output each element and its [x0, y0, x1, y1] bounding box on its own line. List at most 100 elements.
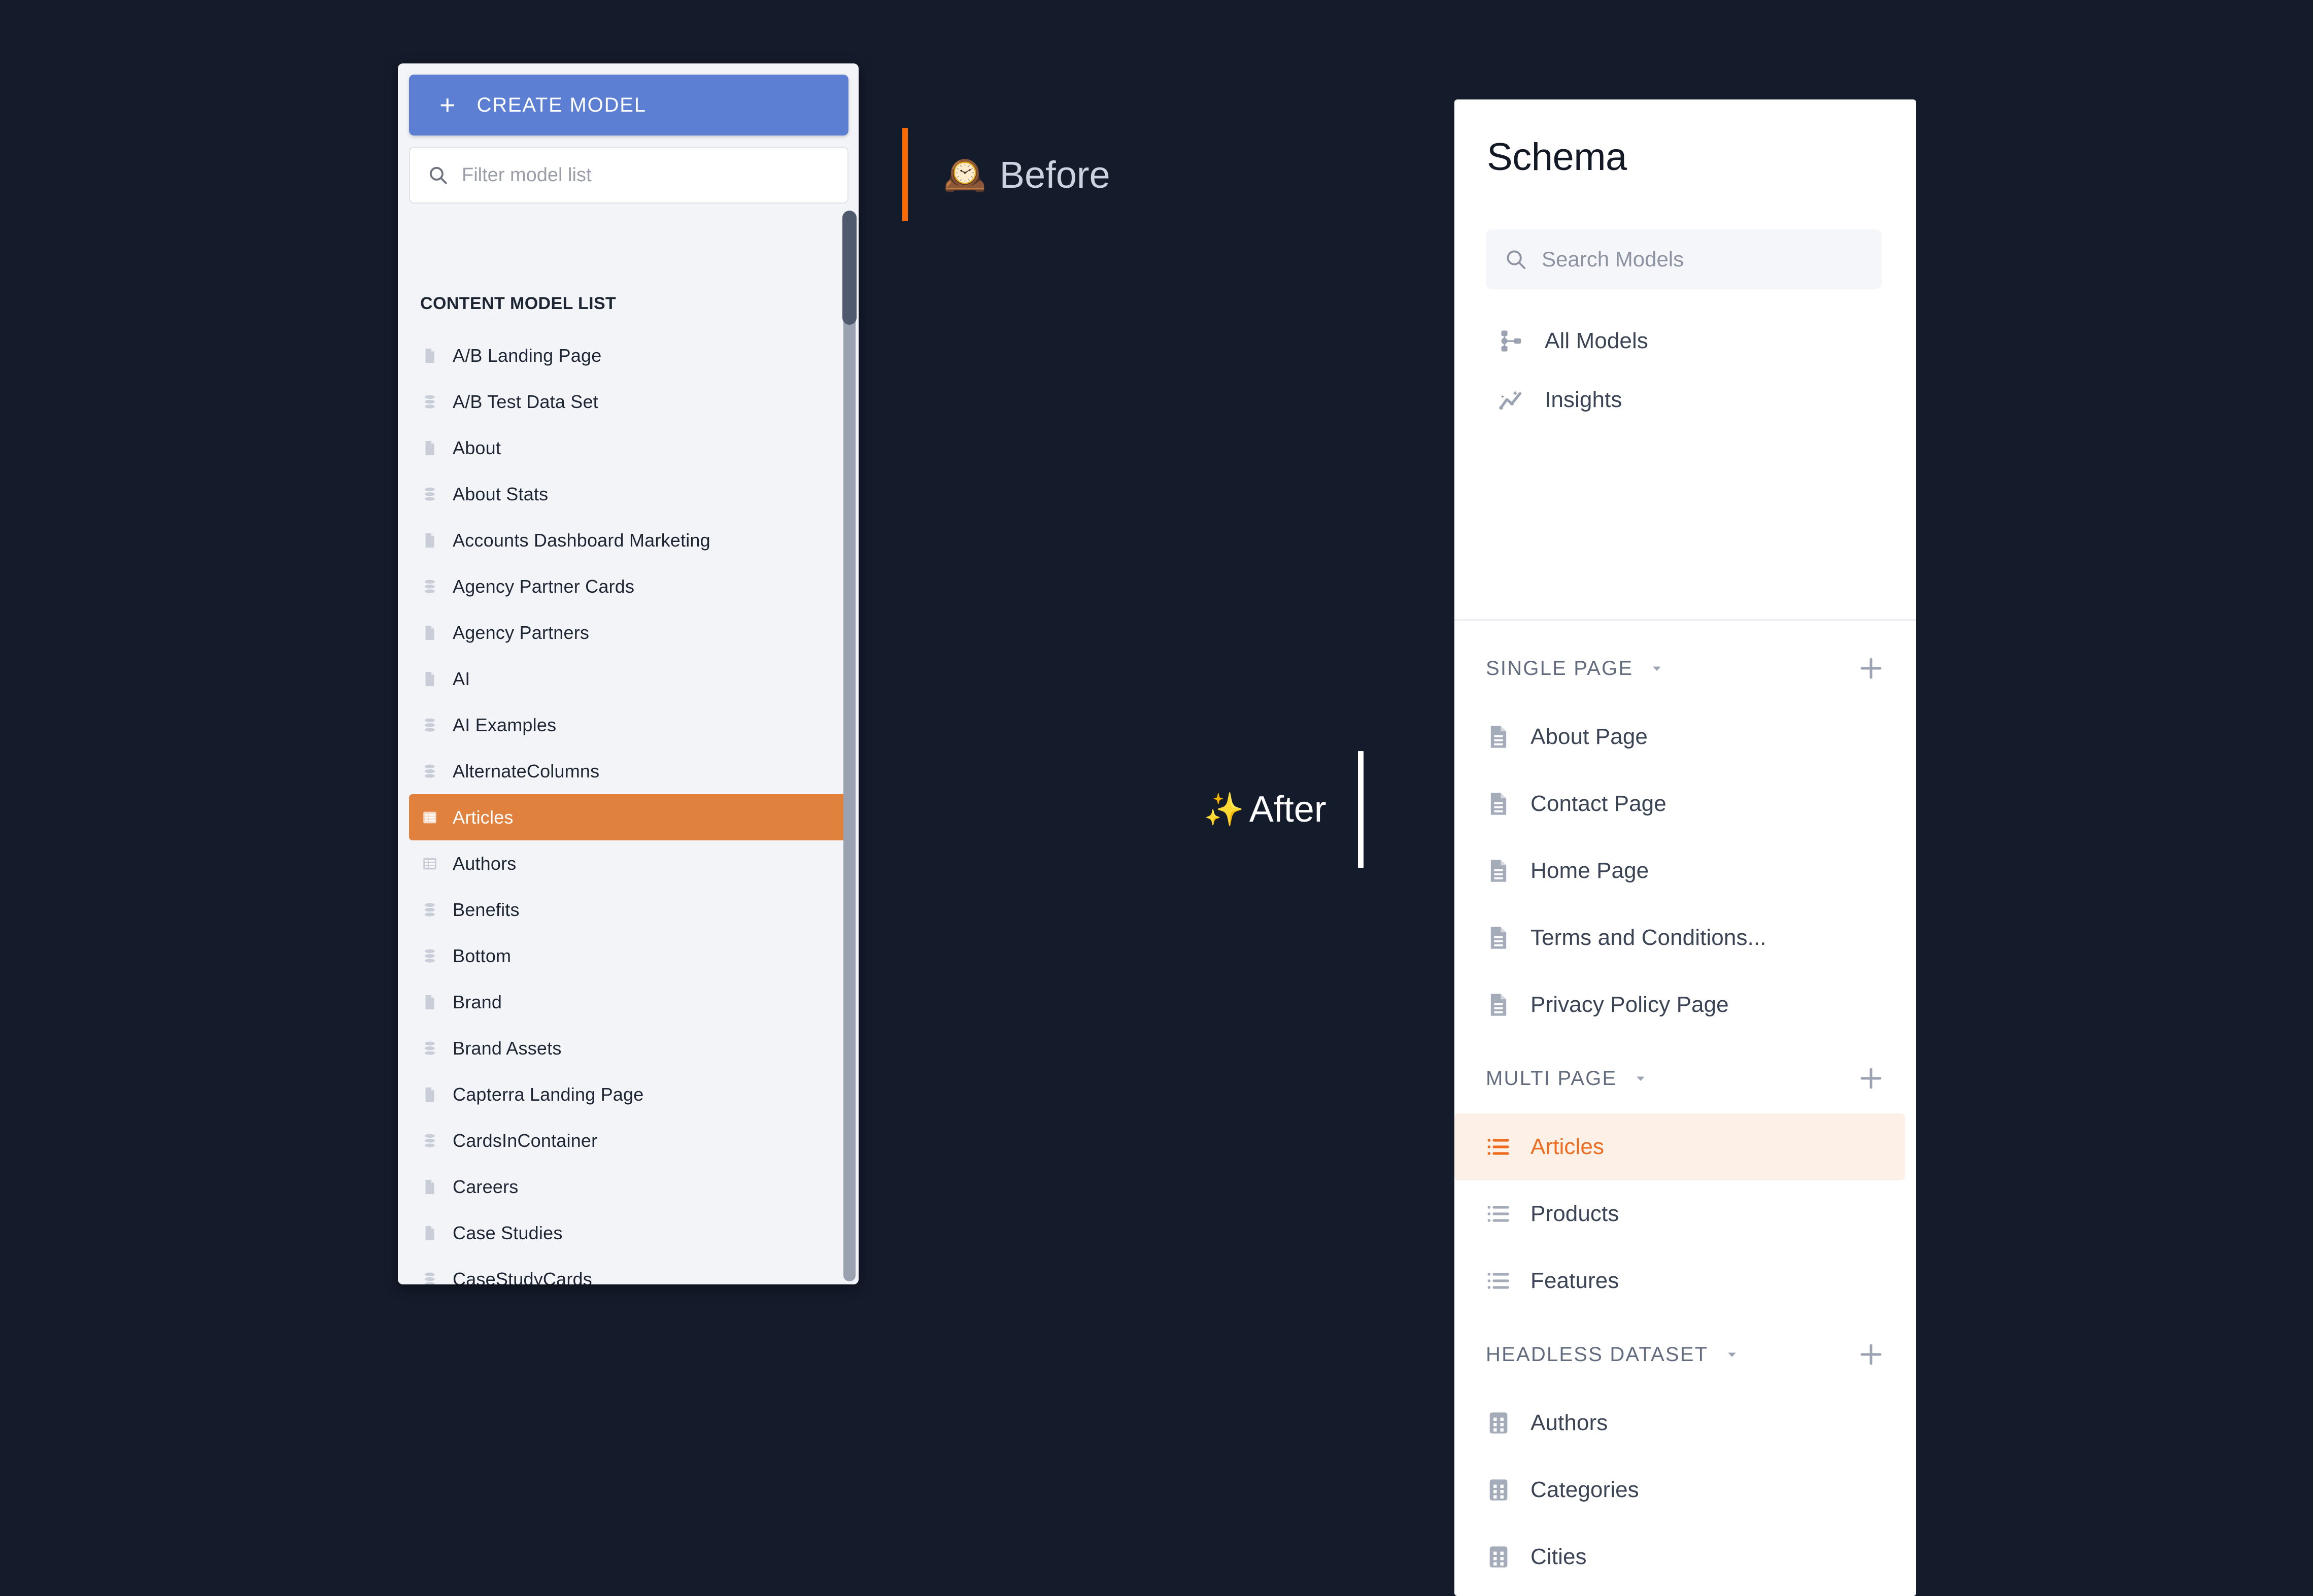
chevron-down-icon[interactable] — [1648, 660, 1665, 677]
schema-model-item[interactable]: About Page — [1454, 703, 1905, 770]
before-content-model-panel: + CREATE MODEL Filter model list CONTENT… — [398, 63, 859, 1284]
stack-icon — [421, 1132, 441, 1149]
content-model-item-label: Brand — [453, 991, 502, 1012]
stack-icon — [421, 578, 441, 595]
filter-model-list-placeholder: Filter model list — [462, 164, 592, 186]
search-models-placeholder: Search Models — [1542, 247, 1684, 271]
stack-icon — [421, 947, 441, 965]
content-model-item[interactable]: AlternateColumns — [409, 748, 848, 794]
schema-section-items: Authors Categories Cities — [1454, 1384, 1916, 1590]
content-model-item-label: A/B Landing Page — [453, 345, 602, 366]
content-model-item-label: CardsInContainer — [453, 1130, 598, 1151]
schema-model-item[interactable]: Categories — [1454, 1456, 1905, 1523]
content-model-item[interactable]: Bottom — [409, 933, 848, 979]
table-icon — [421, 809, 441, 826]
content-model-item[interactable]: AI — [409, 656, 848, 702]
content-model-list: A/B Landing Page A/B Test Data Set About Ab… — [409, 332, 848, 1284]
after-marker-bar — [1357, 751, 1364, 868]
add-model-button[interactable] — [1857, 1065, 1885, 1092]
grid-table-icon — [1484, 1477, 1513, 1503]
content-model-item[interactable]: Articles — [409, 794, 848, 840]
content-model-item[interactable]: Agency Partner Cards — [409, 563, 848, 609]
content-model-item-label: Brand Assets — [453, 1037, 562, 1059]
content-model-item-label: AlternateColumns — [453, 760, 600, 782]
document-icon — [421, 439, 441, 457]
content-model-item[interactable]: Accounts Dashboard Marketing — [409, 517, 848, 563]
filter-model-list-input[interactable]: Filter model list — [409, 147, 848, 203]
schema-model-item-label: Contact Page — [1530, 791, 1666, 816]
schema-model-item-label: Articles — [1530, 1134, 1605, 1159]
add-model-button[interactable] — [1857, 1341, 1885, 1368]
list-icon — [1484, 1201, 1513, 1227]
schema-section-items: Articles Products Features — [1454, 1108, 1916, 1314]
schema-model-item[interactable]: Articles — [1454, 1113, 1905, 1180]
schema-model-item-label: About Page — [1530, 724, 1648, 749]
schema-model-item[interactable]: Privacy Policy Page — [1454, 971, 1905, 1038]
schema-nav-item[interactable]: All Models — [1454, 312, 1916, 370]
content-model-item[interactable]: Benefits — [409, 887, 848, 933]
schema-model-item[interactable]: Terms and Conditions... — [1454, 904, 1905, 971]
content-model-item[interactable]: CardsInContainer — [409, 1117, 848, 1164]
schema-model-item[interactable]: Cities — [1454, 1523, 1905, 1590]
content-model-item[interactable]: AI Examples — [409, 702, 848, 748]
schema-sections: SINGLE PAGE About Page Contact Page Home Pa… — [1454, 638, 1916, 1596]
document-icon — [421, 670, 441, 688]
add-model-button[interactable] — [1857, 655, 1885, 682]
content-model-item[interactable]: Case Studies — [409, 1210, 848, 1256]
page-doc-icon — [1484, 858, 1513, 884]
schema-section-title: HEADLESS DATASET — [1486, 1343, 1709, 1366]
content-model-item-label: Bottom — [453, 945, 512, 966]
schema-model-item[interactable]: Products — [1454, 1180, 1905, 1247]
content-model-item[interactable]: A/B Test Data Set — [409, 379, 848, 425]
content-model-item[interactable]: About Stats — [409, 471, 848, 517]
content-model-item[interactable]: Careers — [409, 1164, 848, 1210]
document-icon — [421, 994, 441, 1011]
document-icon — [421, 532, 441, 549]
chevron-down-icon[interactable] — [1723, 1346, 1741, 1363]
content-model-item-label: Benefits — [453, 899, 520, 920]
search-models-input[interactable]: Search Models — [1486, 229, 1882, 289]
schema-section-header[interactable]: HEADLESS DATASET — [1454, 1325, 1916, 1384]
schema-model-item[interactable]: Authors — [1454, 1389, 1905, 1456]
schema-model-item[interactable]: Contact Page — [1454, 770, 1905, 837]
content-model-item-label: Accounts Dashboard Marketing — [453, 529, 710, 551]
schema-model-item[interactable]: Features — [1454, 1247, 1905, 1314]
content-model-item[interactable]: Brand Assets — [409, 1025, 848, 1071]
create-model-button[interactable]: + CREATE MODEL — [409, 75, 848, 135]
sparkles-icon: ✨ — [1204, 791, 1244, 828]
content-model-item[interactable]: A/B Landing Page — [409, 332, 848, 379]
document-icon — [421, 1086, 441, 1103]
content-model-item[interactable]: Brand — [409, 979, 848, 1025]
content-model-item[interactable]: Agency Partners — [409, 609, 848, 656]
chevron-down-icon[interactable] — [1632, 1070, 1649, 1087]
content-model-item[interactable]: CaseStudyCards — [409, 1256, 848, 1284]
before-scrollbar-thumb[interactable] — [842, 211, 857, 325]
content-model-item[interactable]: Capterra Landing Page — [409, 1071, 848, 1117]
schema-topnav: All Models Insights — [1454, 312, 1916, 429]
content-model-item-label: Agency Partner Cards — [453, 575, 635, 597]
table-icon — [421, 855, 441, 872]
stack-icon — [421, 901, 441, 919]
content-model-item[interactable]: About — [409, 425, 848, 471]
search-icon — [1504, 248, 1527, 271]
schema-section-header[interactable]: SINGLE PAGE — [1454, 638, 1916, 698]
schema-model-item-label: Features — [1530, 1268, 1619, 1293]
content-model-item-label: Capterra Landing Page — [453, 1083, 644, 1105]
search-icon — [427, 164, 449, 186]
document-icon — [421, 347, 441, 364]
list-icon — [1484, 1134, 1513, 1160]
content-model-item[interactable]: Authors — [409, 840, 848, 887]
mantelpiece-clock-icon: 🕰️ — [943, 155, 987, 194]
divider — [1454, 619, 1916, 621]
before-scrollbar-track[interactable] — [843, 211, 856, 1281]
schema-section-items: About Page Contact Page Home Page Terms and… — [1454, 698, 1916, 1038]
content-model-item-label: About Stats — [453, 483, 549, 504]
schema-nav-item[interactable]: Insights — [1454, 370, 1916, 429]
schema-model-item[interactable]: Home Page — [1454, 837, 1905, 904]
schema-section-title: SINGLE PAGE — [1486, 657, 1634, 680]
schema-section-header[interactable]: MULTI PAGE — [1454, 1048, 1916, 1108]
content-model-item-label: Case Studies — [453, 1222, 563, 1243]
schema-model-item-label: Authors — [1530, 1410, 1608, 1435]
